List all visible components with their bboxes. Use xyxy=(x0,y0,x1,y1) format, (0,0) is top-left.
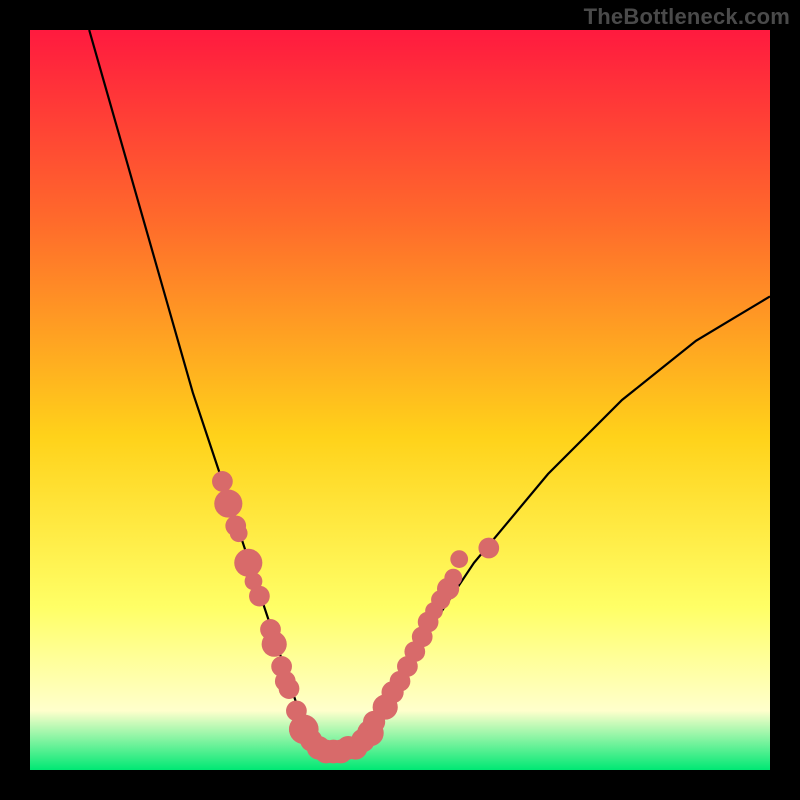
data-marker xyxy=(230,524,248,542)
data-marker xyxy=(267,632,285,650)
gradient-background xyxy=(30,30,770,770)
data-marker xyxy=(444,569,462,587)
chart-frame: TheBottleneck.com xyxy=(0,0,800,800)
data-marker xyxy=(450,550,468,568)
data-marker xyxy=(212,471,233,492)
data-marker xyxy=(249,586,270,607)
data-marker xyxy=(214,490,242,518)
watermark-text: TheBottleneck.com xyxy=(584,4,790,30)
chart-svg xyxy=(30,30,770,770)
data-marker xyxy=(478,538,499,559)
plot-area xyxy=(30,30,770,770)
data-marker xyxy=(234,549,262,577)
data-marker xyxy=(279,678,300,699)
